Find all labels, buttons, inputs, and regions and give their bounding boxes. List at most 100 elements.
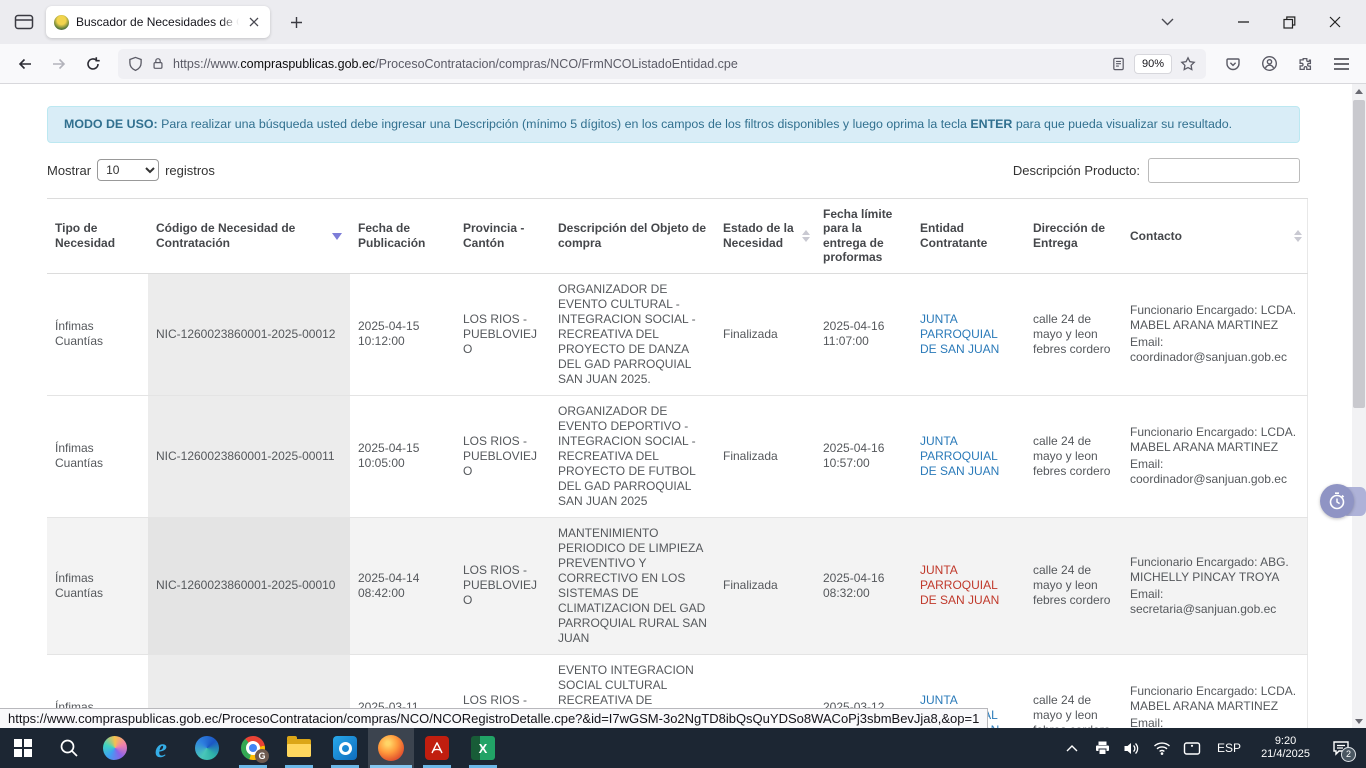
extensions-button[interactable] [1290,49,1320,79]
navigation-toolbar: https://www.compraspublicas.gob.ec/Proce… [0,44,1366,84]
firefox-button[interactable] [368,728,414,768]
search-icon [59,738,79,758]
show-entries-suffix: registros [165,163,215,178]
excel-button[interactable]: X [460,728,506,768]
table-row: Ínfimas Cuantías NIC-1260023860001-2025-… [47,395,1307,517]
tab-bar: Buscador de Necesidades de Co [0,0,1366,44]
cell-tipo: Ínfimas Cuantías [47,517,148,654]
column-header-entidad[interactable]: Entidad Contratante [912,199,1025,274]
edge-button[interactable] [184,728,230,768]
restore-button[interactable] [1266,5,1312,39]
cell-estado: Finalizada [715,395,815,517]
cell-direccion: calle 24 de mayo y leon febres cordero [1025,395,1122,517]
wifi-icon[interactable] [1149,728,1175,768]
notification-center-button[interactable]: 2 [1322,728,1360,768]
browser-tab[interactable]: Buscador de Necesidades de Co [46,6,270,38]
entity-link[interactable]: JUNTA PARROQUIAL DE SAN JUAN [920,563,999,607]
clock-date: 21/4/2025 [1261,748,1310,761]
table-row: Ínfimas Cuantías NIC-1260023860001-2025-… [47,517,1307,654]
start-button[interactable] [0,728,46,768]
internet-explorer-icon: e [155,735,167,762]
cell-descripcion: MANTENIMIENTO PERIODICO DE LIMPIEZA PREV… [550,517,715,654]
scroll-down-button[interactable] [1352,714,1366,728]
show-entries-control: Mostrar 10 registros [47,159,215,181]
list-all-tabs-button[interactable] [1161,18,1174,26]
outlook-button[interactable] [322,728,368,768]
product-filter-input[interactable] [1148,158,1300,183]
column-header-tipo[interactable]: Tipo de Necesidad [47,199,148,274]
column-header-direccion[interactable]: Dirección de Entrega [1025,199,1122,274]
cell-direccion: calle 24 de mayo y leon febres cordero [1025,654,1122,728]
address-bar[interactable]: https://www.compraspublicas.gob.ec/Proce… [118,49,1206,79]
column-header-provincia[interactable]: Provincia - Cantón [455,199,550,274]
cell-fecha-publicacion: 2025-04-14 08:42:00 [350,517,455,654]
reader-mode-button[interactable] [1111,56,1126,72]
file-explorer-button[interactable] [276,728,322,768]
url-text: https://www.compraspublicas.gob.ec/Proce… [173,57,1103,71]
rows-per-page-select[interactable]: 10 [97,159,159,181]
tab-title: Buscador de Necesidades de Co [76,15,239,29]
chrome-icon: G [241,736,265,760]
firefox-view-icon [14,13,34,31]
pocket-button[interactable] [1218,49,1248,79]
entity-link[interactable]: JUNTA PARROQUIAL DE SAN JUAN [920,312,999,356]
taskbar-search-button[interactable] [46,728,92,768]
usage-note-banner: MODO DE USO: Para realizar una búsqueda … [47,106,1300,143]
copilot-button[interactable] [92,728,138,768]
entity-link[interactable]: JUNTA PARROQUIAL DE SAN JUAN [920,434,999,478]
clock-time: 9:20 [1261,735,1310,748]
tracking-shield-icon[interactable] [128,56,143,72]
outlook-icon [333,736,357,760]
bookmark-star-button[interactable] [1180,56,1196,72]
forward-button[interactable] [44,49,74,79]
cell-codigo: NIC-1260023860001-2025-00012 [148,273,350,395]
floating-timer-widget[interactable] [1320,484,1354,518]
excel-icon: X [471,736,495,760]
sort-desc-icon [332,233,342,240]
taskbar-clock[interactable]: 9:20 21/4/2025 [1253,735,1318,761]
scrollbar-thumb[interactable] [1353,100,1365,408]
menu-button[interactable] [1326,49,1356,79]
cell-fecha-publicacion: 2025-04-15 10:12:00 [350,273,455,395]
chrome-button[interactable]: G [230,728,276,768]
tab-close-button[interactable] [246,15,262,29]
firefox-view-button[interactable] [8,7,40,37]
vertical-scrollbar[interactable] [1352,84,1366,728]
account-button[interactable] [1254,49,1284,79]
new-tab-button[interactable] [282,16,311,29]
printer-icon[interactable] [1089,728,1115,768]
volume-icon[interactable] [1119,728,1145,768]
column-header-estado[interactable]: Estado de la Necesidad [715,199,815,274]
tray-expand-button[interactable] [1059,728,1085,768]
cell-fecha-limite: 2025-04-16 10:57:00 [815,395,912,517]
internet-explorer-button[interactable]: e [138,728,184,768]
cell-provincia: LOS RIOS - PUEBLOVIEJO [455,395,550,517]
back-button[interactable] [10,49,40,79]
folder-icon [287,739,311,757]
column-header-fecha-limite[interactable]: Fecha límite para la entrega de proforma… [815,199,912,274]
minimize-button[interactable] [1220,5,1266,39]
site-favicon-icon [54,15,69,30]
usage-note-label: MODO DE USO: [64,117,158,131]
column-header-descripcion[interactable]: Descripción del Objeto de compra [550,199,715,274]
status-bar-link-preview: https://www.compraspublicas.gob.ec/Proce… [0,708,988,728]
scroll-up-button[interactable] [1352,84,1366,98]
column-header-fecha-publicacion[interactable]: Fecha de Publicación [350,199,455,274]
reload-button[interactable] [78,49,108,79]
show-entries-prefix: Mostrar [47,163,91,178]
close-button[interactable] [1312,5,1358,39]
zoom-level-indicator[interactable]: 90% [1134,54,1172,74]
cell-descripcion: ORGANIZADOR DE EVENTO CULTURAL - INTEGRA… [550,273,715,395]
language-indicator[interactable]: ESP [1209,741,1249,755]
google-profile-badge: G [255,749,269,763]
copilot-icon [103,736,127,760]
cell-tipo: Ínfimas Cuantías [47,273,148,395]
display-icon[interactable] [1179,728,1205,768]
edge-icon [195,736,219,760]
acrobat-button[interactable] [414,728,460,768]
cell-estado: Finalizada [715,517,815,654]
column-header-codigo[interactable]: Código de Necesidad de Contratación [148,199,350,274]
column-header-contacto[interactable]: Contacto [1122,199,1307,274]
cell-direccion: calle 24 de mayo y leon febres cordero [1025,273,1122,395]
lock-icon[interactable] [151,56,165,71]
